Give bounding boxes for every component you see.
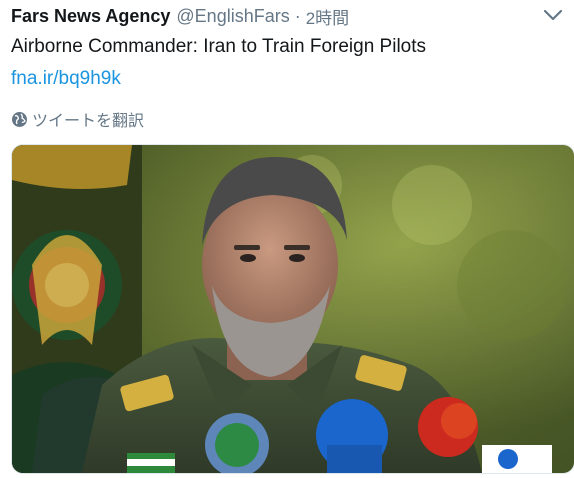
translate-tweet-button[interactable]: ツイートを翻訳 — [11, 107, 144, 131]
tweet-link[interactable]: fna.ir/bq9h9k — [11, 68, 121, 90]
tweet-media-photo[interactable] — [11, 144, 574, 474]
author-handle[interactable]: @EnglishFars — [176, 6, 289, 27]
globe-icon — [12, 111, 27, 127]
separator-dot: · — [294, 5, 301, 26]
tweet-text: Airborne Commander: Iran to Train Foreig… — [11, 36, 427, 57]
translate-label: ツイートを翻訳 — [32, 113, 145, 130]
author-name[interactable]: Fars News Agency — [11, 6, 170, 27]
tweet-timestamp[interactable]: 2時間 — [306, 4, 349, 29]
tweet-header: Fars News Agency @EnglishFars · 2時間 — [11, 4, 566, 28]
chevron-down-icon[interactable] — [542, 6, 564, 24]
